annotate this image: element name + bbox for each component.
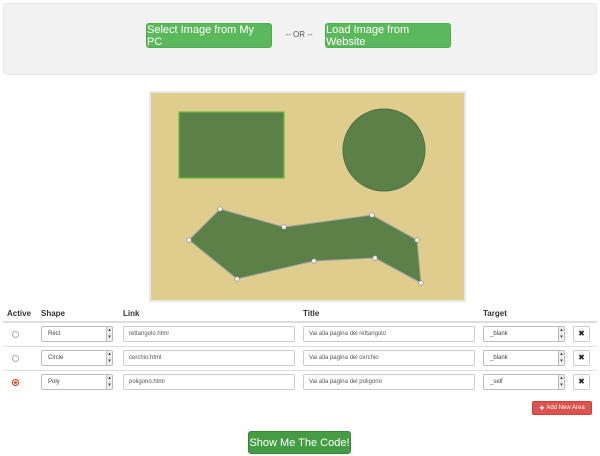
select-arrow-icon: ▴ ▾ (106, 375, 112, 390)
active-radio[interactable] (12, 379, 19, 387)
shape-select[interactable]: Rect ▴ ▾ (41, 326, 113, 343)
image-map-canvas[interactable] (149, 91, 466, 302)
target-select-value: _blank (490, 331, 508, 338)
times-icon: ✖ (578, 329, 585, 339)
link-input[interactable]: cerchio.html (123, 350, 295, 366)
header-title: Title (299, 305, 479, 323)
delete-area-button[interactable]: ✖ (573, 326, 590, 343)
areas-table: Active Shape Link Title Target Rect ▴ ▾ re… (3, 305, 597, 394)
times-icon: ✖ (578, 353, 585, 362)
active-radio[interactable] (12, 331, 19, 339)
active-radio[interactable] (12, 354, 19, 362)
target-select-value: _blank (490, 355, 508, 361)
shape-select[interactable]: Poly ▴ ▾ (41, 374, 113, 391)
image-source-panel (3, 3, 597, 75)
image-map-shapes[interactable] (151, 93, 464, 300)
target-select[interactable]: _blank ▴ ▾ (483, 350, 565, 366)
or-separator: -- OR -- (285, 30, 313, 39)
select-arrow-icon: ▴ ▾ (106, 327, 112, 342)
select-image-button[interactable]: Select Image from My PC (146, 23, 272, 48)
rect-area[interactable] (178, 111, 285, 179)
target-select-value: _self (490, 379, 503, 386)
poly-vertex-handle[interactable] (418, 280, 424, 286)
target-select[interactable]: _self ▴ ▾ (483, 374, 565, 391)
poly-vertex-handle[interactable] (234, 276, 240, 282)
plus-icon: ✚ (539, 405, 545, 412)
link-input[interactable]: rettangolo.html (123, 326, 295, 343)
header-shape: Shape (37, 305, 119, 323)
table-row: Poly ▴ ▾ poligono.html Vai alla pagina del… (3, 369, 597, 394)
target-select[interactable]: _blank ▴ ▾ (483, 326, 565, 343)
header-link: Link (119, 305, 299, 323)
select-arrow-icon: ▴ ▾ (106, 351, 112, 365)
poly-vertex-handle[interactable] (281, 224, 287, 230)
delete-area-button[interactable]: ✖ (573, 374, 590, 391)
poly-vertex-handle[interactable] (369, 212, 375, 218)
title-input[interactable]: Vai alla pagina del poligono (303, 374, 475, 391)
shape-select[interactable]: Circle ▴ ▾ (41, 350, 113, 366)
link-input[interactable]: poligono.html (123, 374, 295, 391)
header-actions (569, 305, 597, 323)
header-active: Active (3, 305, 37, 323)
poly-vertex-handle[interactable] (372, 255, 378, 261)
table-row: Circle ▴ ▾ cerchio.html Vai alla pagina de… (3, 345, 597, 370)
title-input[interactable]: Vai alla pagina del rettangolo (303, 326, 475, 343)
shape-select-value: Rect (48, 331, 61, 338)
show-code-button[interactable]: Show Me The Code! (248, 431, 351, 454)
add-new-area-label: Add New Area (546, 405, 585, 411)
delete-area-button[interactable]: ✖ (573, 350, 590, 366)
shape-select-value: Poly (48, 379, 60, 386)
poly-vertex-handle[interactable] (414, 237, 420, 243)
select-arrow-icon: ▴ ▾ (558, 327, 564, 342)
select-arrow-icon: ▴ ▾ (558, 375, 564, 390)
shape-select-value: Circle (48, 355, 64, 361)
title-input[interactable]: Vai alla pagina del cerchio (303, 350, 475, 366)
select-arrow-icon: ▴ ▾ (558, 351, 564, 365)
poly-vertex-handle[interactable] (311, 258, 317, 264)
add-new-area-button[interactable]: ✚ Add New Area (532, 401, 592, 415)
times-icon: ✖ (578, 377, 585, 387)
poly-vertex-handle[interactable] (186, 237, 192, 243)
poly-vertex-handle[interactable] (217, 206, 223, 212)
table-row: Rect ▴ ▾ rettangolo.html Vai alla pagina d… (3, 321, 597, 346)
circle-area[interactable] (342, 108, 426, 192)
header-target: Target (479, 305, 569, 323)
table-header-row: Active Shape Link Title Target (3, 305, 597, 323)
load-image-button[interactable]: Load Image from Website (325, 23, 451, 48)
